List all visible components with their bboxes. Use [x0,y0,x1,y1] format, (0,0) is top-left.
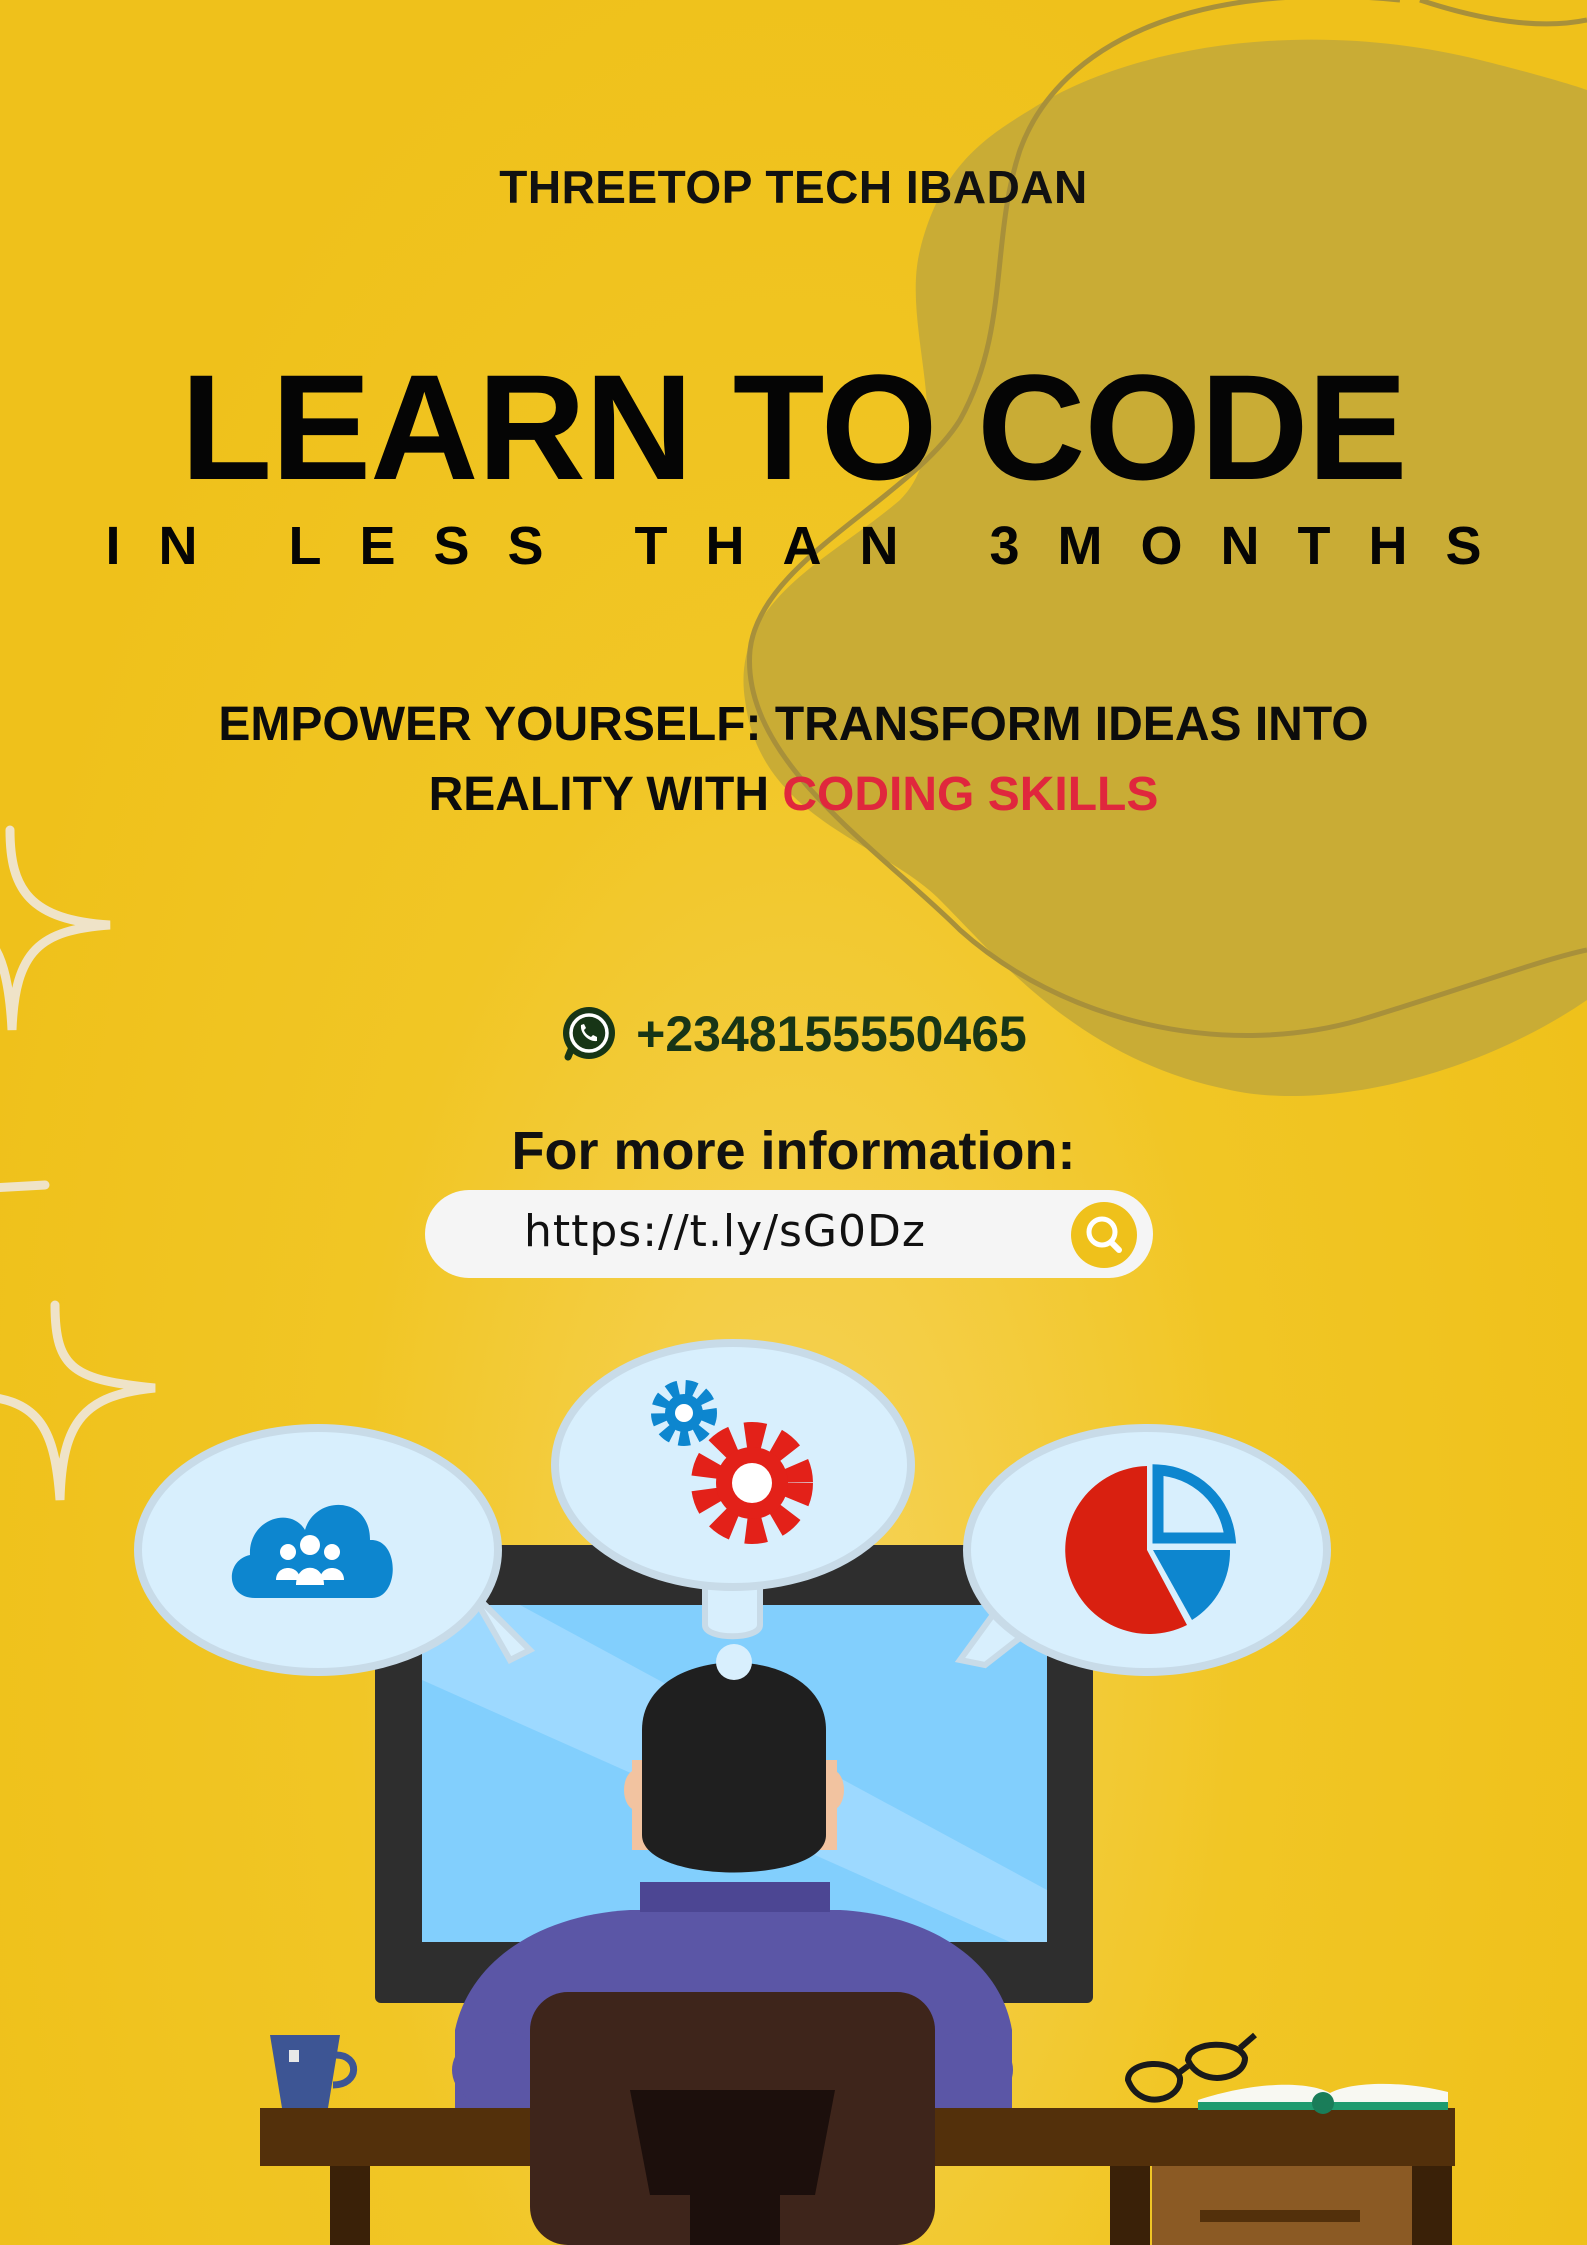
headline: LEARN TO CODE [180,343,1408,511]
whatsapp-icon [563,1007,616,1061]
contact-phone[interactable]: +2348155550465 [0,1005,1587,1063]
developer-illustration [134,1339,1455,2245]
url-text: https://t.ly/sG0Dz [523,1206,927,1257]
organization-name: THREETOP TECH IBADAN [499,161,1088,213]
search-icon [1086,1216,1122,1253]
tagline-highlight: CODING SKILLS [782,768,1159,821]
glasses [1124,2032,1257,2103]
thought-bubble-chart [954,1424,1331,1676]
subheadline: IN LESS THAN 3MONTHS [105,516,1520,576]
phone-number: +2348155550465 [636,1006,1027,1062]
mug [270,2035,358,2108]
search-button[interactable] [1071,1202,1137,1268]
open-book [1198,2083,1448,2114]
info-label: For more information: [511,1121,1076,1181]
office-chair [530,1992,935,2245]
tagline: EMPOWER YOURSELF: TRANSFORM IDEAS INTO R… [190,690,1397,830]
url-bar[interactable]: https://t.ly/sG0Dz [425,1190,1153,1278]
